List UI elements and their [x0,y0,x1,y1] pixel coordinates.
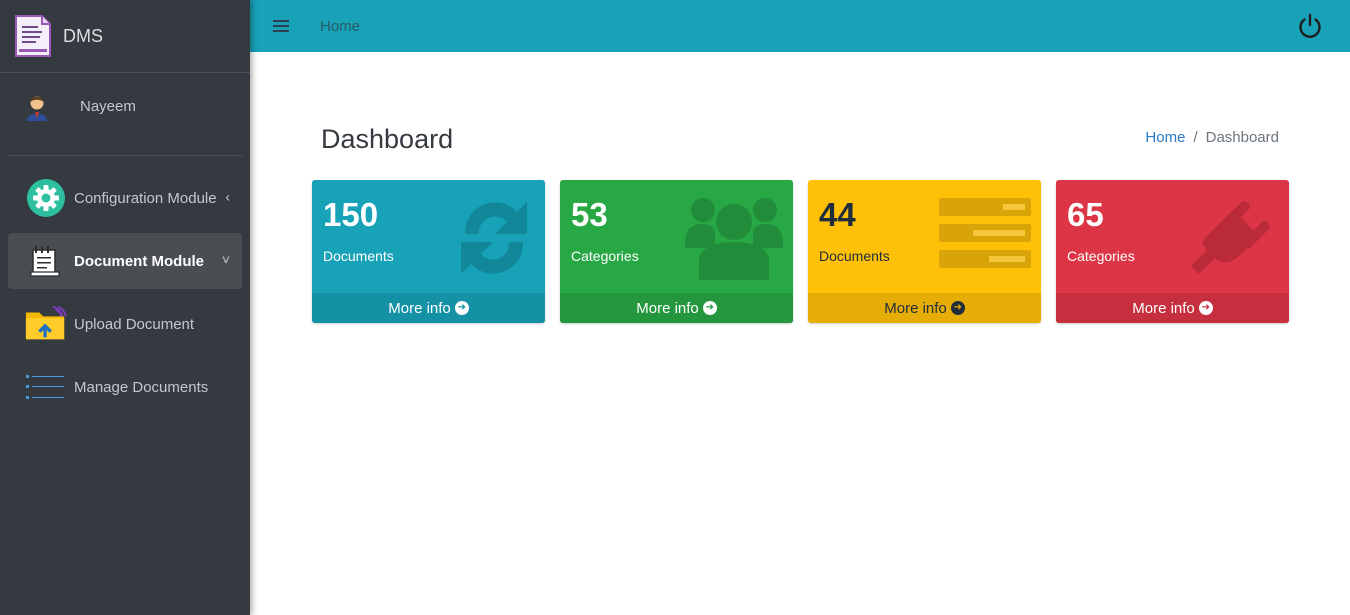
user-name: Nayeem [80,97,136,115]
sidebar-item-document-module[interactable]: Document Module ˅ [8,233,242,289]
user-avatar-icon [24,91,50,121]
refresh-icon [453,190,535,282]
stat-card-categories-2: 65 Categories More info ➜ [1056,180,1289,323]
stat-value: 53 [571,196,608,233]
sidebar-item-configuration-module[interactable]: Configuration Module ‹ [8,170,242,226]
top-home-link[interactable]: Home [320,18,360,35]
breadcrumb-current: Dashboard [1205,129,1279,146]
sidebar-item-label: Configuration Module [74,189,217,207]
users-icon [685,190,783,282]
plug-icon [1191,190,1279,282]
sidebar-nav: Configuration Module ‹ Document Module ˅ [0,170,250,415]
top-navbar: Home [250,0,1350,52]
stat-label: Categories [571,248,639,264]
stat-card-categories: 53 Categories More info ➜ [560,180,793,323]
stat-value: 150 [323,196,379,233]
sidebar: DMS Nayeem Configuration Module ‹ Docume… [0,0,250,615]
more-info-label: More info [388,299,451,317]
sidebar-item-manage-documents[interactable]: Manage Documents [8,359,242,415]
arrow-circle-right-icon: ➜ [702,301,717,315]
document-list-icon [14,14,52,58]
more-info-link[interactable]: More info ➜ [312,293,545,323]
stat-value: 44 [819,196,856,233]
chevron-down-icon: ˅ [221,251,230,268]
sidebar-item-label: Upload Document [74,315,195,333]
chevron-left-icon: ‹ [225,188,230,205]
more-info-label: More info [884,299,947,317]
stat-label: Categories [1067,248,1135,264]
breadcrumb-separator: / [1193,129,1198,146]
stat-card-documents: 150 Documents More info ➜ [312,180,545,323]
more-info-label: More info [636,299,699,317]
user-panel[interactable]: Nayeem [8,73,242,156]
more-info-link[interactable]: More info ➜ [808,293,1041,323]
stat-card-documents-2: 44 Documents More info ➜ [808,180,1041,323]
brand-name: DMS [63,25,103,46]
stat-label: Documents [819,248,890,264]
document-icon [24,241,68,281]
gear-icon [24,178,68,218]
power-icon[interactable] [1297,13,1323,39]
arrow-circle-right-icon: ➜ [950,301,965,315]
sidebar-item-upload-document[interactable]: Upload Document [8,296,242,352]
folder-upload-icon [24,304,68,344]
arrow-circle-right-icon: ➜ [454,301,469,315]
more-info-label: More info [1132,299,1195,317]
list-bars-icon [939,190,1031,282]
stat-cards: 150 Documents More info ➜ 53 Categories [312,180,1289,323]
page-title: Dashboard [321,124,454,154]
list-icon [24,367,68,407]
stat-value: 65 [1067,196,1104,233]
hamburger-icon[interactable] [273,17,289,35]
sidebar-item-label: Manage Documents [74,378,209,396]
more-info-link[interactable]: More info ➜ [560,293,793,323]
breadcrumb: Home / Dashboard [1145,129,1279,146]
more-info-link[interactable]: More info ➜ [1056,293,1289,323]
arrow-circle-right-icon: ➜ [1198,301,1213,315]
sidebar-item-label: Document Module [74,252,204,270]
breadcrumb-home-link[interactable]: Home [1145,129,1185,146]
brand-link[interactable]: DMS [0,0,250,73]
main-content: Dashboard Home / Dashboard 150 Documents… [250,52,1350,615]
stat-label: Documents [323,248,394,264]
